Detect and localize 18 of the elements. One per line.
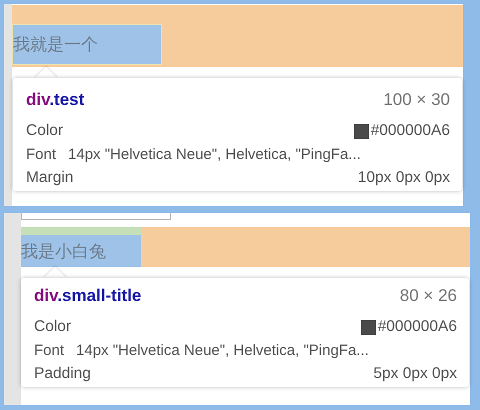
property-value: 5px 0px 0px	[373, 365, 457, 383]
property-value: 10px 0px 0px	[358, 169, 450, 187]
property-label: Color	[26, 122, 64, 140]
property-label: Margin	[26, 169, 74, 187]
element-selector: div.test	[26, 90, 84, 110]
element-selector: div.small-title	[34, 286, 142, 306]
highlighted-element-text: 我是小白兔	[21, 227, 141, 267]
element-size: 80 × 26	[400, 286, 457, 306]
element-size: 100 × 30	[383, 90, 450, 110]
property-label: Color	[34, 318, 72, 336]
property-value: 14px "Helvetica Neue", Helvetica, "PingFa...	[76, 342, 369, 359]
property-label: Font	[34, 342, 64, 359]
property-label: Font	[26, 146, 56, 163]
highlighted-element-text: 我就是一个	[12, 24, 162, 65]
property-label: Padding	[34, 365, 91, 383]
property-value: #000000A6	[370, 122, 450, 140]
property-value: #000000A6	[378, 318, 457, 336]
property-value: 14px "Helvetica Neue", Helvetica, "PingFa...	[68, 146, 361, 163]
